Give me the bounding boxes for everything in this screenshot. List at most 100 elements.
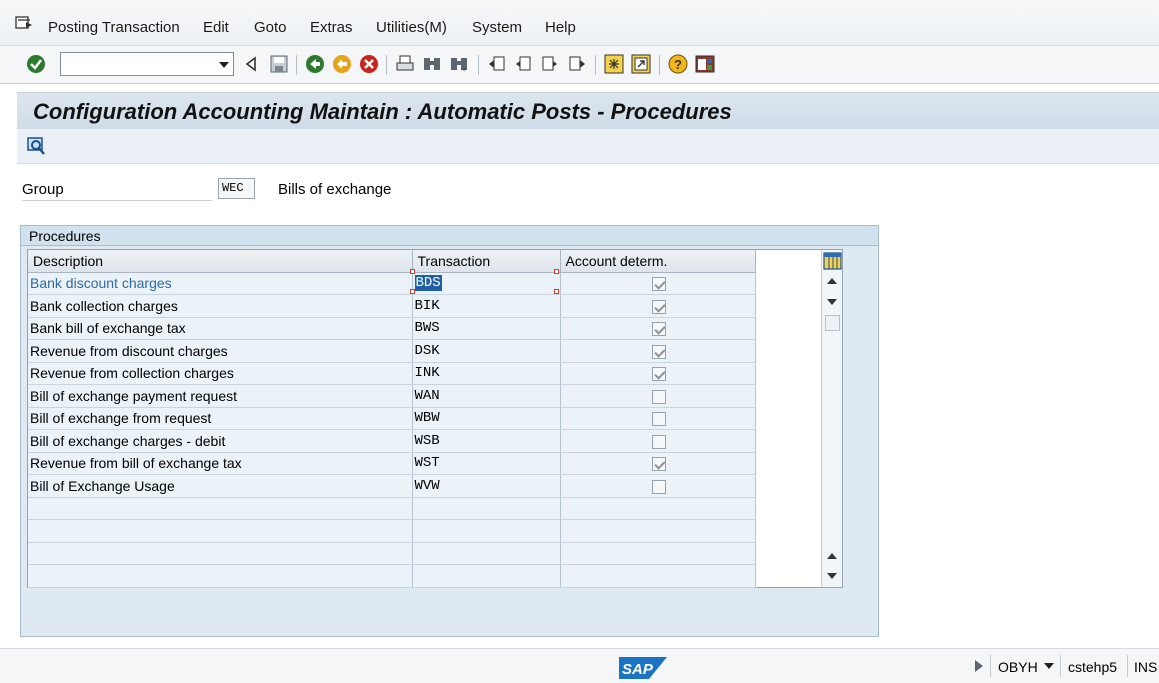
empty-cell[interactable] xyxy=(412,497,561,520)
scroll-up-icon[interactable] xyxy=(827,278,837,284)
description-cell[interactable]: Bill of Exchange Usage xyxy=(28,474,413,498)
empty-cell[interactable] xyxy=(560,542,756,565)
description-cell[interactable]: Bill of exchange from request xyxy=(28,407,413,430)
command-field[interactable] xyxy=(60,52,234,76)
account-determ-checkbox[interactable] xyxy=(651,277,666,292)
scroll-page-down-icon[interactable] xyxy=(827,573,837,579)
empty-cell[interactable] xyxy=(412,542,561,565)
transaction-cell[interactable]: WST xyxy=(412,452,561,475)
description-cell[interactable]: Bill of exchange charges - debit xyxy=(28,429,413,453)
find-next-icon[interactable]: + xyxy=(448,53,470,75)
transaction-cell[interactable]: WAN xyxy=(412,384,561,408)
table-row[interactable]: Revenue from bill of exchange tax WST xyxy=(28,452,756,475)
table-row[interactable]: Bill of exchange charges - debit WSB xyxy=(28,429,756,453)
transaction-cell[interactable]: INK xyxy=(412,362,561,385)
scroll-thumb[interactable] xyxy=(825,315,840,331)
exit-icon[interactable] xyxy=(331,53,353,75)
empty-cell[interactable] xyxy=(28,497,413,520)
menu-toggle-icon[interactable] xyxy=(15,16,33,32)
print-icon[interactable] xyxy=(394,53,416,75)
empty-cell[interactable] xyxy=(560,497,756,520)
empty-table-row[interactable] xyxy=(28,497,756,520)
table-row[interactable]: Bill of exchange from request WBW xyxy=(28,407,756,430)
column-header-description[interactable]: Description xyxy=(28,250,413,273)
description-cell[interactable]: Revenue from collection charges xyxy=(28,362,413,385)
status-transaction[interactable]: OBYH xyxy=(998,659,1038,675)
description-cell[interactable]: Bank collection charges xyxy=(28,294,413,318)
table-row[interactable]: Revenue from collection charges INK xyxy=(28,362,756,385)
description-cell[interactable]: Bank discount charges xyxy=(28,272,413,295)
arrow-left-icon[interactable] xyxy=(240,53,262,75)
command-input[interactable] xyxy=(61,53,211,75)
table-vertical-scrollbar[interactable] xyxy=(821,250,842,587)
column-header-transaction[interactable]: Transaction xyxy=(412,250,561,273)
create-session-icon[interactable] xyxy=(603,53,625,75)
transaction-cell[interactable]: BWS xyxy=(412,317,561,340)
account-determ-checkbox[interactable] xyxy=(651,322,666,337)
transaction-cell[interactable]: WSB xyxy=(412,429,561,453)
empty-cell[interactable] xyxy=(412,519,561,543)
first-page-icon[interactable] xyxy=(486,53,508,75)
shortcut-icon[interactable] xyxy=(630,53,652,75)
account-determ-checkbox[interactable] xyxy=(651,344,666,359)
empty-cell[interactable] xyxy=(560,564,756,588)
account-determ-checkbox[interactable] xyxy=(651,434,666,449)
menu-help[interactable]: Help xyxy=(545,19,576,36)
column-configuration-icon[interactable] xyxy=(822,250,843,272)
column-header-account-determ[interactable]: Account determ. xyxy=(560,250,756,273)
account-determ-checkbox[interactable] xyxy=(651,479,666,494)
empty-cell[interactable] xyxy=(28,542,413,565)
layout-icon[interactable] xyxy=(694,53,716,75)
transaction-cell[interactable]: BIK xyxy=(412,294,561,318)
description-cell[interactable]: Bill of exchange payment request xyxy=(28,384,413,408)
status-expand-icon[interactable] xyxy=(975,660,983,672)
previous-page-icon[interactable] xyxy=(512,53,534,75)
table-row[interactable]: Bank bill of exchange tax BWS xyxy=(28,317,756,340)
description-cell[interactable]: Revenue from discount charges xyxy=(28,339,413,363)
table-row[interactable]: Bank collection charges BIK xyxy=(28,294,756,318)
status-dropdown-icon[interactable] xyxy=(1044,663,1054,669)
scroll-page-up-icon[interactable] xyxy=(827,553,837,559)
group-field[interactable]: WEC xyxy=(218,178,255,199)
table-row[interactable]: Revenue from discount charges DSK xyxy=(28,339,756,363)
empty-cell[interactable] xyxy=(28,519,413,543)
empty-table-row[interactable] xyxy=(28,519,756,543)
transaction-cell[interactable]: WVW xyxy=(412,474,561,498)
empty-cell[interactable] xyxy=(28,564,413,588)
display-change-icon[interactable] xyxy=(27,137,47,157)
description-cell[interactable]: Bank bill of exchange tax xyxy=(28,317,413,340)
enter-check-icon[interactable] xyxy=(25,53,47,75)
empty-table-row[interactable] xyxy=(28,542,756,565)
table-row[interactable]: Bill of Exchange Usage WVW xyxy=(28,474,756,498)
back-icon[interactable] xyxy=(304,53,326,75)
transaction-cell[interactable]: DSK xyxy=(412,339,561,363)
transaction-cell[interactable]: WBW xyxy=(412,407,561,430)
menu-posting-transaction[interactable]: Posting Transaction xyxy=(48,19,180,36)
menu-utilities[interactable]: Utilities(M) xyxy=(376,19,447,36)
cancel-icon[interactable] xyxy=(358,53,380,75)
next-page-icon[interactable] xyxy=(539,53,561,75)
empty-cell[interactable] xyxy=(560,519,756,543)
help-icon[interactable]: ? xyxy=(667,53,689,75)
table-row[interactable]: Bank discount charges BDS xyxy=(28,272,756,295)
menu-extras[interactable]: Extras xyxy=(310,19,353,36)
empty-cell[interactable] xyxy=(412,564,561,588)
account-determ-checkbox[interactable] xyxy=(651,299,666,314)
last-page-icon[interactable] xyxy=(566,53,588,75)
table-row[interactable]: Bill of exchange payment request WAN xyxy=(28,384,756,408)
save-icon[interactable] xyxy=(268,53,290,75)
selected-transaction-text[interactable]: BDS xyxy=(414,275,442,292)
account-determ-checkbox[interactable] xyxy=(651,367,666,382)
menu-goto[interactable]: Goto xyxy=(254,19,287,36)
chevron-down-icon[interactable] xyxy=(219,62,229,68)
transaction-cell[interactable]: BDS xyxy=(412,272,561,295)
menu-edit[interactable]: Edit xyxy=(203,19,229,36)
empty-table-row[interactable] xyxy=(28,564,756,588)
menu-system[interactable]: System xyxy=(472,19,522,36)
description-cell[interactable]: Revenue from bill of exchange tax xyxy=(28,452,413,475)
account-determ-checkbox[interactable] xyxy=(651,412,666,427)
find-icon[interactable] xyxy=(421,53,443,75)
scroll-down-icon[interactable] xyxy=(827,299,837,305)
account-determ-checkbox[interactable] xyxy=(651,457,666,472)
account-determ-checkbox[interactable] xyxy=(651,389,666,404)
